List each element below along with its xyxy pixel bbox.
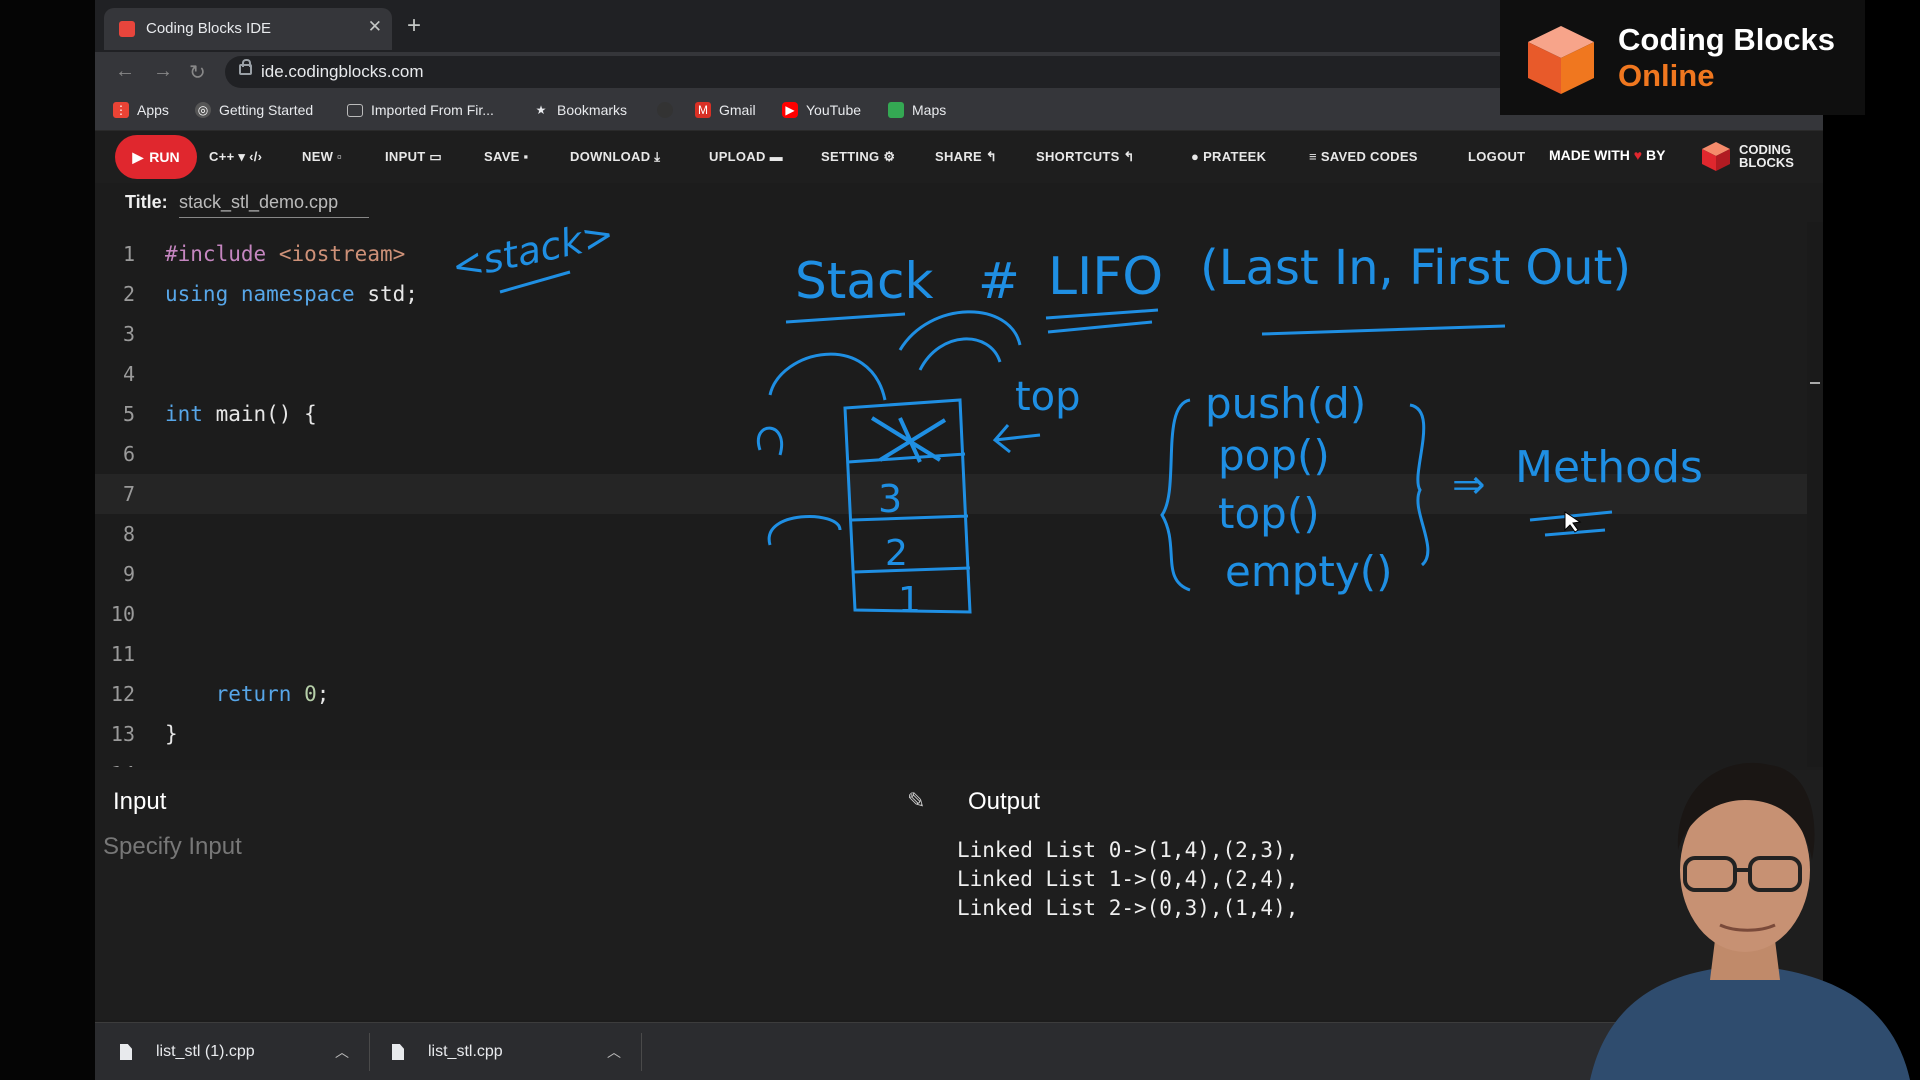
method-top: top() (1218, 489, 1320, 538)
top-arrow (992, 424, 1041, 454)
presenter-webcam (1590, 762, 1910, 1080)
method-pop: pop() (1218, 431, 1330, 480)
coding-blocks-cube-icon (1528, 26, 1594, 94)
stack-tag-note: <stack> (448, 212, 618, 289)
method-empty: empty() (1225, 547, 1393, 596)
brand-line-2: Online (1618, 58, 1715, 93)
method-push: push(d) (1205, 379, 1366, 428)
stack-heading: Stack (795, 252, 933, 310)
right-brace (1409, 403, 1430, 567)
implies-arrow: ⇒ (1452, 462, 1486, 508)
top-label: top (1015, 374, 1081, 420)
double-underline (1045, 308, 1159, 334)
stack-box-value: 3 (878, 477, 902, 521)
left-brace (1160, 398, 1191, 592)
scribble (870, 416, 947, 463)
brand-line-1: Coding Blocks (1618, 22, 1836, 57)
stack-box-value: 2 (885, 533, 908, 574)
underline-stroke (1261, 324, 1506, 336)
methods-label: Methods (1515, 442, 1703, 493)
lifo-heading: LIFO (1048, 247, 1163, 307)
coding-blocks-online-watermark: Coding Blocks Online (1500, 0, 1865, 115)
lifo-expansion: (Last In, First Out) (1200, 240, 1631, 296)
hash-mark: # (978, 252, 1020, 310)
stack-box-value: 1 (898, 580, 921, 621)
underline-stroke (785, 312, 906, 324)
